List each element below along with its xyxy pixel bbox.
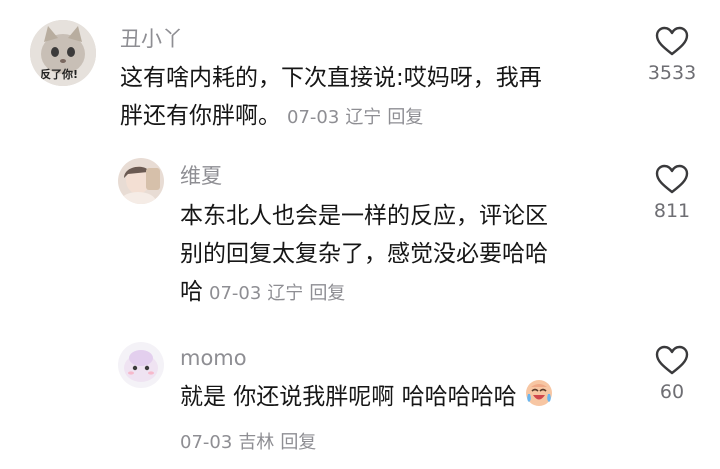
comment-meta: 07-03 吉林 回复 [180,428,322,454]
username[interactable]: 维夏 [180,163,222,189]
comment-text-end: 哈 [180,279,203,305]
username[interactable]: 丑小丫 [120,26,183,52]
like-count: 811 [653,200,691,222]
like-count: 60 [659,381,685,403]
comment-text-line: 哈 07-03 辽宁 回复 [180,273,548,313]
heart-icon[interactable] [655,26,689,56]
comment-text-end: 胖还有你胖啊。 [120,103,281,129]
comment-meta: 07-03 辽宁 回复 [209,283,351,304]
crying-laughing-emoji [525,380,552,406]
comment-text-line: 胖还有你胖啊。 07-03 辽宁 回复 [120,97,542,137]
like-count: 3533 [647,62,697,84]
comment-text: 就是 你还说我胖呢啊 哈哈哈哈哈 [180,378,554,416]
comment-text-line: 这有啥内耗的，下次直接说:哎妈呀，我再 [120,65,542,91]
avatar[interactable] [118,158,164,204]
comment-date: 07-03 [180,432,233,453]
like-button[interactable]: 3533 [632,26,712,84]
reply-button[interactable]: 回复 [280,432,316,453]
avatar[interactable]: 反了你! [30,20,96,86]
comment-meta: 07-03 辽宁 回复 [287,107,429,128]
username[interactable]: momo [180,345,247,371]
comment-location: 辽宁 [345,107,382,128]
avatar-caption: 反了你! [40,68,79,81]
reply-button[interactable]: 回复 [309,283,345,304]
comment-text: 本东北人也会是一样的反应，评论区 别的回复太复杂了，感觉没必要哈哈 哈 07-03… [180,197,548,313]
comment-text-line: 本东北人也会是一样的反应，评论区 [180,203,548,229]
heart-icon[interactable] [655,164,689,194]
comment-text: 这有啥内耗的，下次直接说:哎妈呀，我再 胖还有你胖啊。 07-03 辽宁 回复 [120,59,542,137]
comment-date: 07-03 [209,283,262,304]
comment-text-line: 别的回复太复杂了，感觉没必要哈哈 [180,241,548,267]
comment-date: 07-03 [287,107,340,128]
comment-location: 辽宁 [267,283,304,304]
heart-icon[interactable] [655,345,689,375]
like-button[interactable]: 60 [632,345,712,403]
avatar[interactable] [118,342,164,388]
cartoon-avatar [118,342,164,388]
comment-text-line: 就是 你还说我胖呢啊 哈哈哈哈哈 [180,384,517,410]
comment-location: 吉林 [238,432,275,453]
user-photo-avatar [118,158,164,204]
reply-button[interactable]: 回复 [387,107,423,128]
like-button[interactable]: 811 [632,164,712,222]
